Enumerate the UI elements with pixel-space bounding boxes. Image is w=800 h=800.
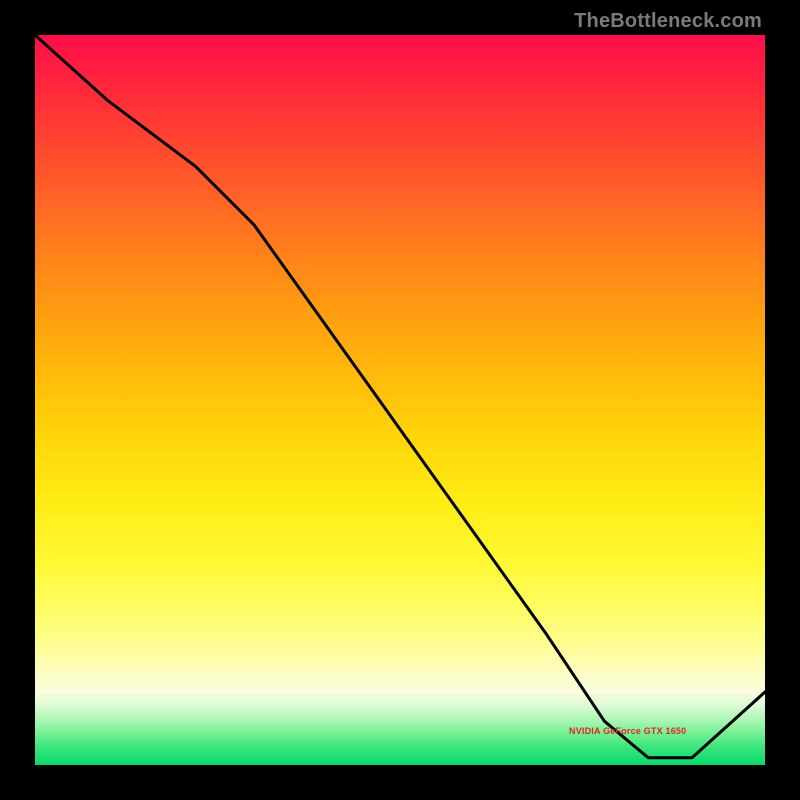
chart-frame: TheBottleneck.com NVIDIA GeForce GTX 165… [0, 0, 800, 800]
gpu-annotation-label: NVIDIA GeForce GTX 1650 [569, 726, 686, 736]
watermark-text: TheBottleneck.com [574, 10, 762, 33]
line-chart-svg [35, 35, 765, 765]
plot-area: NVIDIA GeForce GTX 1650 [35, 35, 765, 765]
bottleneck-curve-line [35, 35, 765, 758]
